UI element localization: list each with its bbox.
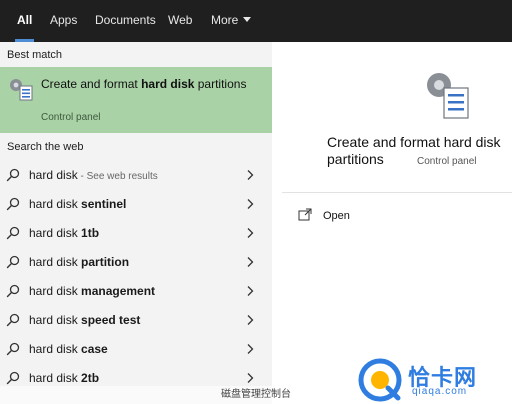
web-result-prefix: hard disk <box>29 342 82 356</box>
search-icon <box>6 168 20 182</box>
web-result-bold: sentinel <box>81 197 127 211</box>
web-result-bold: 2tb <box>81 371 100 385</box>
search-filter-bar: All Apps Documents Web More <box>0 0 512 42</box>
web-result-bold: 1tb <box>81 226 100 240</box>
web-result-bold: management <box>81 284 156 298</box>
best-match-subtitle: Control panel <box>41 112 101 123</box>
watermark: 恰卡网 qiaqa.com <box>352 356 512 404</box>
search-icon <box>6 371 20 385</box>
web-result-row[interactable]: hard disk 1tb <box>0 219 272 247</box>
chevron-right-icon[interactable] <box>245 285 255 297</box>
tab-web[interactable]: Web <box>168 0 192 42</box>
web-result-row[interactable]: hard disk partition <box>0 248 272 276</box>
web-result-text: hard disk partition <box>29 255 129 269</box>
chevron-right-icon[interactable] <box>245 256 255 268</box>
web-result-prefix: hard disk <box>29 284 82 298</box>
web-result-row[interactable]: hard disk - See web results <box>0 161 272 189</box>
web-result-bold: partition <box>81 255 130 269</box>
web-result-text: hard disk case <box>29 342 108 356</box>
tab-all[interactable]: All <box>14 0 35 42</box>
web-result-bold: speed test <box>81 313 141 327</box>
divider <box>282 192 512 193</box>
results-pane: Best match Create and format hard disk p… <box>0 42 272 404</box>
search-icon <box>6 313 20 327</box>
open-icon <box>298 208 312 221</box>
chevron-right-icon[interactable] <box>245 198 255 210</box>
web-result-text: hard disk speed test <box>29 313 140 327</box>
tab-more-label: More <box>211 13 239 27</box>
web-result-row[interactable]: hard disk sentinel <box>0 190 272 218</box>
search-icon <box>6 226 20 240</box>
open-label: Open <box>323 210 350 222</box>
best-match-title-prefix: Create and format <box>41 77 142 91</box>
best-match-title-suffix: partitions <box>194 77 247 91</box>
chevron-right-icon[interactable] <box>245 372 255 384</box>
tab-more[interactable]: More <box>211 0 252 42</box>
watermark-url: qiaqa.com <box>412 386 468 397</box>
detail-subtitle: Control panel <box>417 156 477 167</box>
search-icon <box>6 197 20 211</box>
search-icon <box>6 284 20 298</box>
web-result-hint: - See web results <box>77 171 158 182</box>
tab-documents[interactable]: Documents <box>95 0 156 42</box>
search-icon <box>6 255 20 269</box>
chevron-right-icon[interactable] <box>245 227 255 239</box>
control-panel-icon <box>10 79 33 101</box>
web-result-prefix: hard disk <box>29 255 82 269</box>
web-result-text: hard disk management <box>29 284 155 298</box>
web-result-prefix: hard disk <box>29 168 78 182</box>
web-result-text: hard disk - See web results <box>29 168 158 182</box>
web-result-prefix: hard disk <box>29 313 82 327</box>
web-result-row[interactable]: hard disk management <box>0 277 272 305</box>
caret-down-icon <box>243 17 252 22</box>
chevron-right-icon[interactable] <box>245 169 255 181</box>
web-result-text: hard disk 1tb <box>29 226 99 240</box>
best-match-heading: Best match <box>7 49 63 61</box>
web-result-text: hard disk 2tb <box>29 371 99 385</box>
search-icon <box>6 342 20 356</box>
chevron-right-icon[interactable] <box>245 314 255 326</box>
web-result-prefix: hard disk <box>29 371 82 385</box>
tab-apps[interactable]: Apps <box>50 0 77 42</box>
watermark-logo-icon <box>358 358 402 402</box>
web-result-row[interactable]: hard disk case <box>0 335 272 363</box>
chevron-right-icon[interactable] <box>245 343 255 355</box>
control-panel-icon <box>427 73 469 119</box>
open-action[interactable]: Open <box>298 206 418 228</box>
best-match-title-bold: hard disk <box>141 77 195 91</box>
best-match-title: Create and format hard disk partitions <box>41 76 261 92</box>
search-web-heading: Search the web <box>7 141 84 153</box>
web-result-prefix: hard disk <box>29 226 82 240</box>
web-result-text: hard disk sentinel <box>29 197 126 211</box>
web-result-row[interactable]: hard disk speed test <box>0 306 272 334</box>
web-result-prefix: hard disk <box>29 197 82 211</box>
detail-pane: Create and format hard disk partitions C… <box>282 52 512 404</box>
web-result-bold: case <box>81 342 108 356</box>
best-match-result[interactable]: Create and format hard disk partitions C… <box>0 67 272 133</box>
